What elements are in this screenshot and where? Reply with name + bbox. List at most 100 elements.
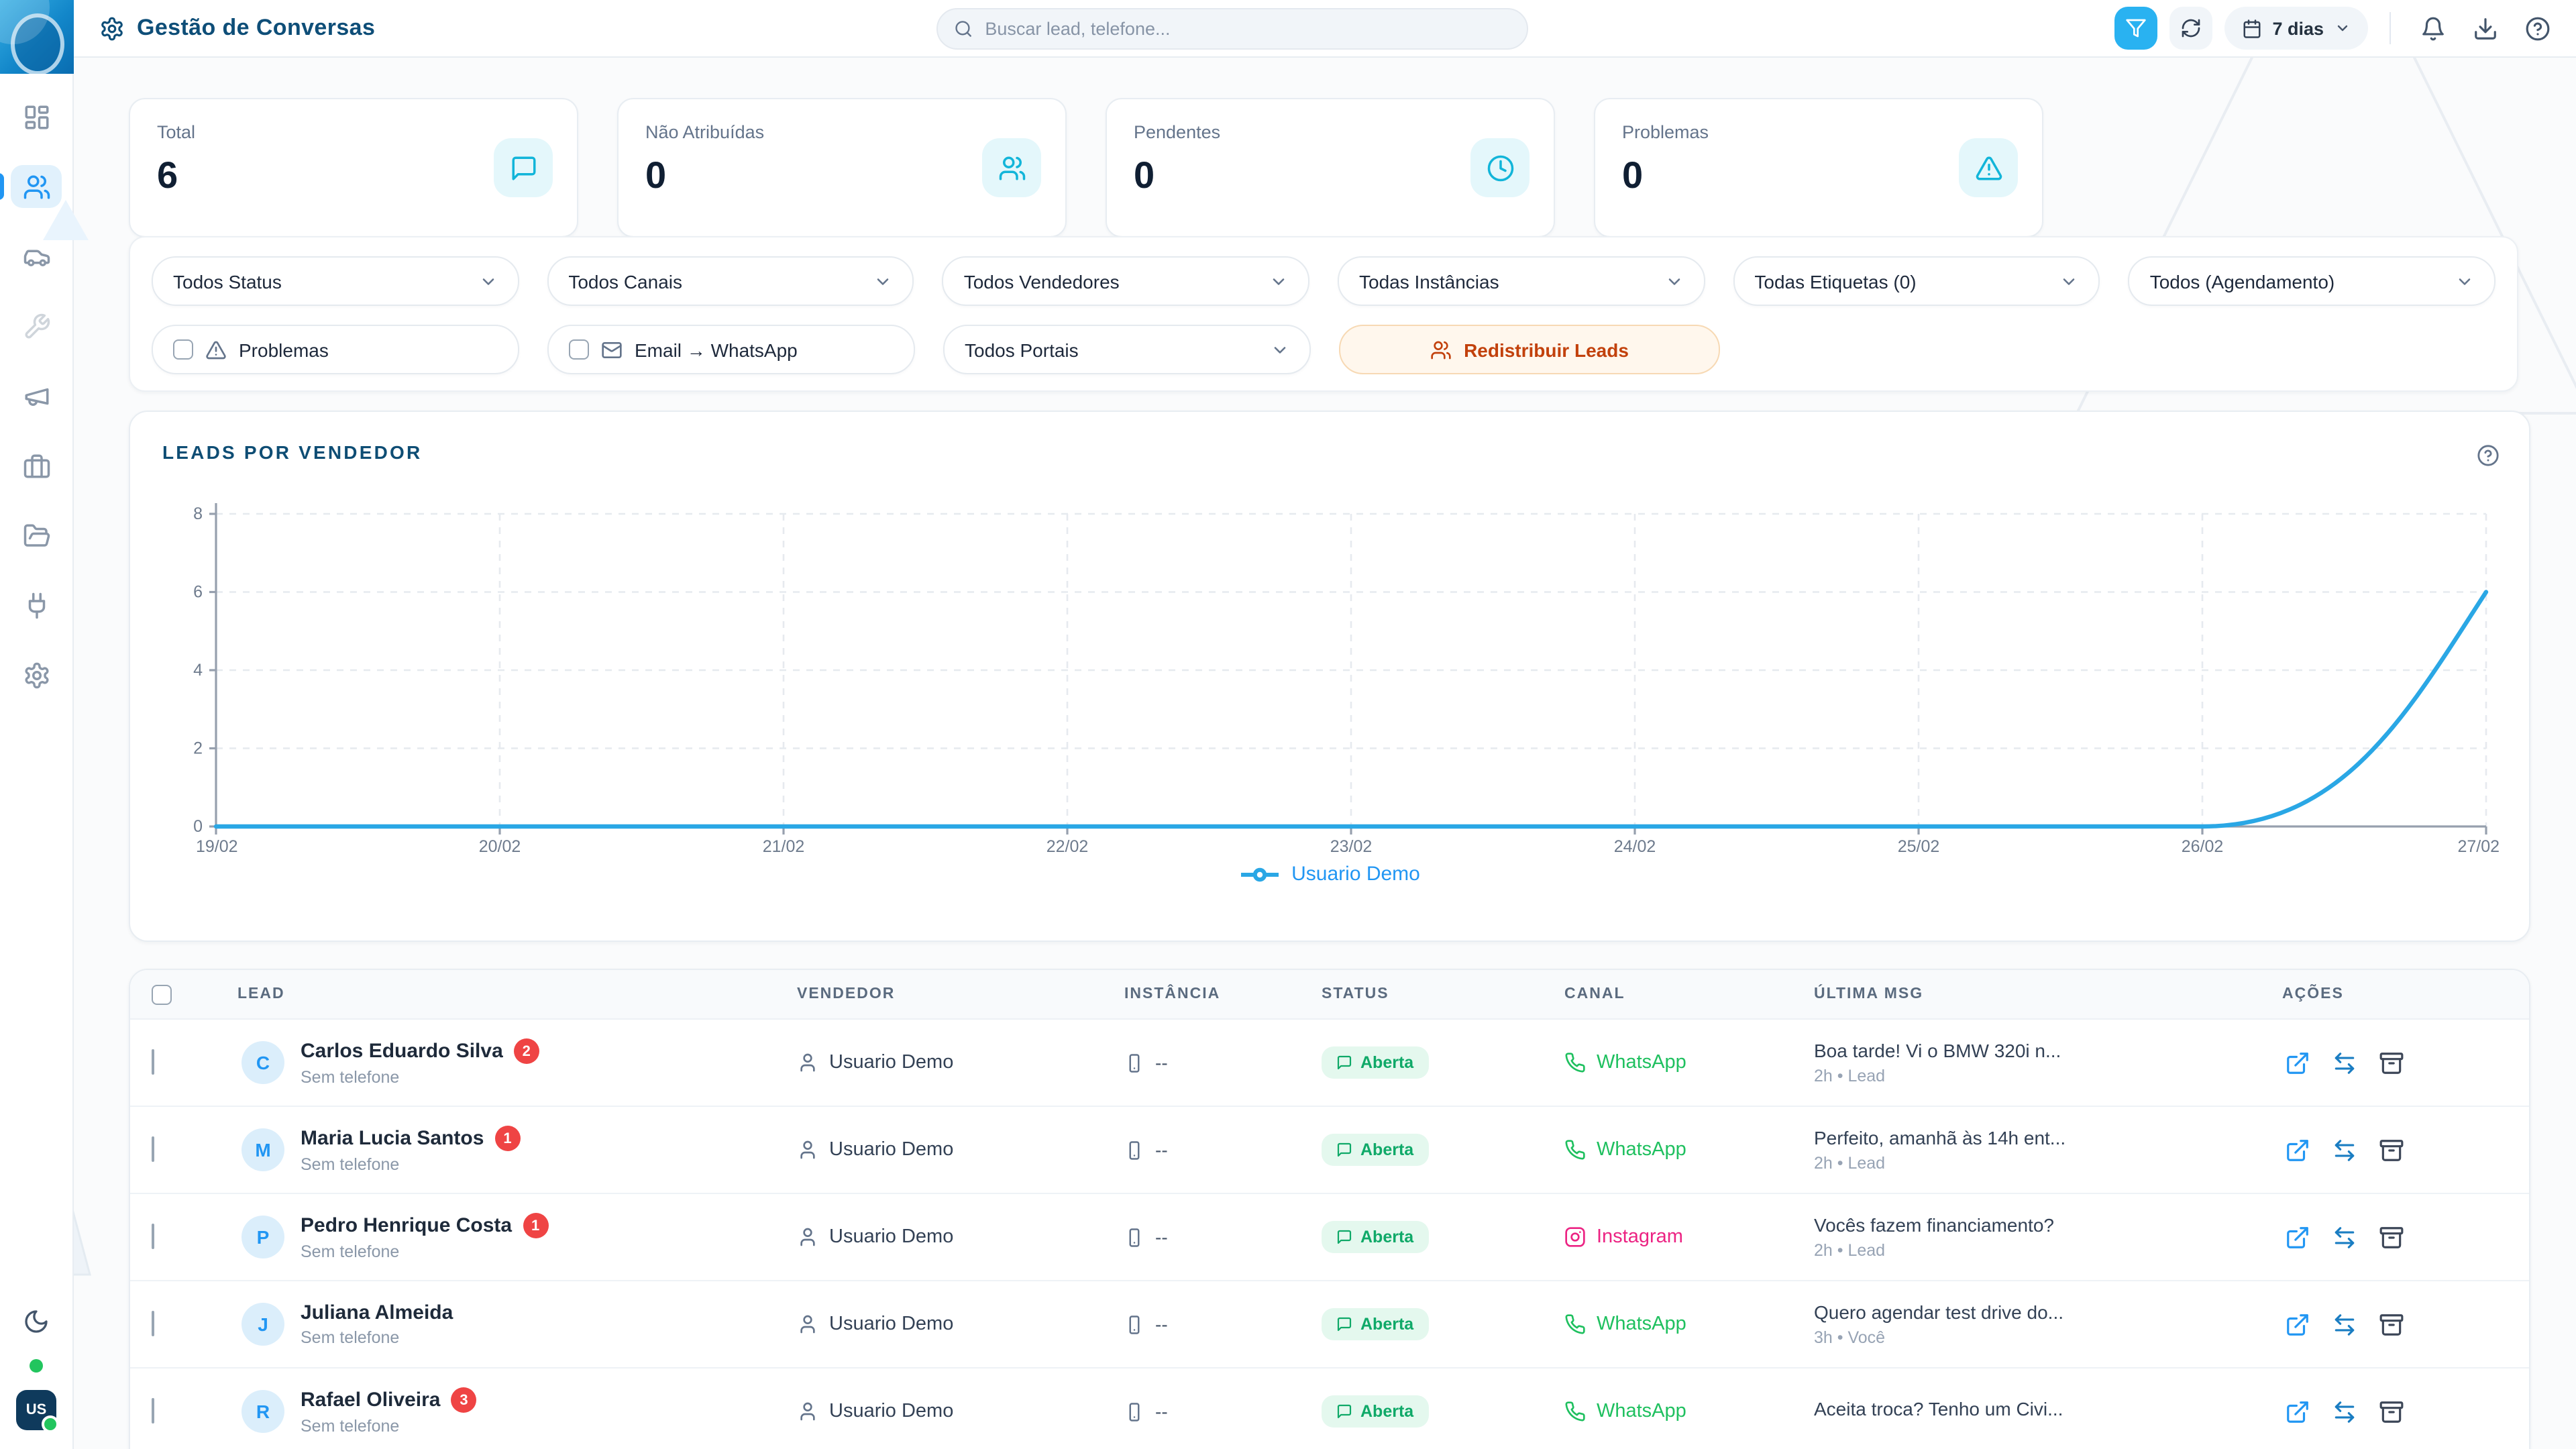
- archive-icon: [2378, 1050, 2404, 1075]
- dropdown-label: Todos Portais: [965, 339, 1079, 360]
- avatar: J: [241, 1303, 284, 1346]
- table-row[interactable]: J Juliana Almeida Sem telefone Usuario D…: [130, 1281, 2529, 1368]
- status-label: Aberta: [1360, 1140, 1413, 1159]
- search-input[interactable]: [985, 19, 1511, 39]
- dropdown-agendamento[interactable]: Todos (Agendamento): [2129, 256, 2496, 306]
- column-header-instancia: INSTÂNCIA: [1103, 986, 1300, 1002]
- archive-button[interactable]: [2376, 1309, 2406, 1339]
- email-whatsapp-checkbox[interactable]: [569, 339, 589, 360]
- svg-text:19/02: 19/02: [196, 837, 238, 856]
- search-bar: [936, 8, 1528, 50]
- instancia-cell: --: [1103, 1226, 1300, 1248]
- stat-value: 0: [1622, 154, 2015, 197]
- transfer-lead-button[interactable]: [2329, 1309, 2359, 1339]
- open-conversation-button[interactable]: [2282, 1048, 2312, 1077]
- users-icon: [982, 138, 1041, 197]
- row-checkbox[interactable]: [152, 1049, 154, 1075]
- last-message-cell: Quero agendar test drive do... 3h • Você: [1792, 1301, 2261, 1347]
- export-button[interactable]: [2465, 8, 2505, 48]
- sidebar-item-files[interactable]: [11, 514, 62, 557]
- archive-button[interactable]: [2376, 1397, 2406, 1426]
- dropdown-portais[interactable]: Todos Portais: [943, 325, 1311, 374]
- chevron-down-icon: [1271, 340, 1289, 359]
- help-button[interactable]: [2517, 8, 2557, 48]
- row-checkbox[interactable]: [152, 1136, 154, 1162]
- app-logo[interactable]: [0, 0, 73, 74]
- avatar: M: [241, 1128, 284, 1171]
- last-message-cell: Perfeito, amanhã às 14h ent... 2h • Lead: [1792, 1127, 2261, 1173]
- sidebar-item-services[interactable]: [11, 305, 62, 347]
- leads-table: LEAD VENDEDOR INSTÂNCIA STATUS CANAL ÚLT…: [129, 969, 2530, 1449]
- problemas-checkbox[interactable]: [173, 339, 193, 360]
- open-conversation-button[interactable]: [2282, 1135, 2312, 1165]
- help-circle-icon[interactable]: [2477, 444, 2500, 467]
- whatsapp-phone-icon: [1564, 1139, 1586, 1161]
- redistribute-leads-button[interactable]: Redistribuir Leads: [1339, 325, 1720, 374]
- dropdown-canais[interactable]: Todos Canais: [547, 256, 914, 306]
- refresh-button[interactable]: [2169, 7, 2212, 50]
- smartphone-icon: [1124, 1053, 1144, 1073]
- instancia-cell: --: [1103, 1052, 1300, 1073]
- bell-icon: [2420, 15, 2445, 41]
- archive-button[interactable]: [2376, 1222, 2406, 1252]
- message-square-icon: [1336, 1142, 1352, 1158]
- message-square-icon: [494, 138, 553, 197]
- period-selector[interactable]: 7 dias: [2224, 7, 2368, 50]
- svg-text:24/02: 24/02: [1614, 837, 1656, 856]
- open-conversation-button[interactable]: [2282, 1397, 2312, 1426]
- sidebar-item-business[interactable]: [11, 444, 62, 487]
- topbar-actions: 7 dias: [2114, 7, 2557, 50]
- notifications-button[interactable]: [2412, 8, 2453, 48]
- table-row[interactable]: C Carlos Eduardo Silva 2 Sem telefone Us…: [130, 1020, 2529, 1107]
- row-checkbox[interactable]: [152, 1398, 154, 1424]
- open-conversation-button[interactable]: [2282, 1309, 2312, 1339]
- filter-problemas[interactable]: Problemas: [152, 325, 519, 374]
- svg-text:8: 8: [193, 504, 203, 523]
- dropdown-status[interactable]: Todos Status: [152, 256, 519, 306]
- user-avatar[interactable]: US: [16, 1390, 56, 1430]
- unread-badge: 1: [523, 1213, 548, 1238]
- open-conversation-button[interactable]: [2282, 1222, 2312, 1252]
- dropdown-vendedores[interactable]: Todos Vendedores: [943, 256, 1309, 306]
- sidebar-item-integrations[interactable]: [11, 584, 62, 627]
- dropdown-label: Todos Vendedores: [964, 270, 1120, 292]
- chart-legend[interactable]: Usuario Demo: [162, 863, 2497, 885]
- actions-cell: [2261, 1222, 2529, 1252]
- transfer-arrows-icon: [2331, 1137, 2357, 1163]
- column-header-status: STATUS: [1300, 986, 1543, 1002]
- table-row[interactable]: M Maria Lucia Santos 1 Sem telefone Usua…: [130, 1107, 2529, 1194]
- row-checkbox[interactable]: [152, 1311, 154, 1336]
- sidebar-item-dashboard[interactable]: [11, 95, 62, 138]
- select-all-checkbox[interactable]: [152, 984, 172, 1004]
- last-message-meta: 3h • Você: [1814, 1328, 2261, 1347]
- archive-button[interactable]: [2376, 1135, 2406, 1165]
- sidebar-item-settings[interactable]: [11, 653, 62, 696]
- transfer-lead-button[interactable]: [2329, 1222, 2359, 1252]
- svg-text:6: 6: [193, 583, 203, 602]
- sidebar-item-vehicles[interactable]: [11, 235, 62, 278]
- transfer-lead-button[interactable]: [2329, 1135, 2359, 1165]
- dropdown-etiquetas[interactable]: Todas Etiquetas (0): [1733, 256, 2100, 306]
- legend-label: Usuario Demo: [1291, 863, 1420, 885]
- table-row[interactable]: P Pedro Henrique Costa 1 Sem telefone Us…: [130, 1194, 2529, 1281]
- sidebar-item-marketing[interactable]: [11, 374, 62, 417]
- message-square-icon: [1336, 1055, 1352, 1071]
- sidebar-item-conversations[interactable]: [11, 165, 62, 208]
- page-title-group: Gestão de Conversas: [99, 15, 375, 42]
- archive-icon: [2378, 1399, 2404, 1424]
- column-header-acoes: AÇÕES: [2261, 986, 2529, 1002]
- dark-mode-toggle[interactable]: [16, 1301, 56, 1342]
- transfer-lead-button[interactable]: [2329, 1048, 2359, 1077]
- filter-email-whatsapp[interactable]: Email → WhatsApp: [547, 325, 915, 374]
- legend-line-marker-icon: [1239, 866, 1279, 882]
- archive-button[interactable]: [2376, 1048, 2406, 1077]
- folder-open-icon: [22, 521, 50, 549]
- table-row[interactable]: R Rafael Oliveira 3 Sem telefone Usuario…: [130, 1368, 2529, 1449]
- megaphone-icon: [22, 382, 50, 410]
- transfer-lead-button[interactable]: [2329, 1397, 2359, 1426]
- row-checkbox[interactable]: [152, 1224, 154, 1249]
- transfer-arrows-icon: [2331, 1311, 2357, 1337]
- lead-phone: Sem telefone: [301, 1328, 453, 1347]
- dropdown-instancias[interactable]: Todas Instâncias: [1338, 256, 1705, 306]
- filter-button[interactable]: [2114, 7, 2157, 50]
